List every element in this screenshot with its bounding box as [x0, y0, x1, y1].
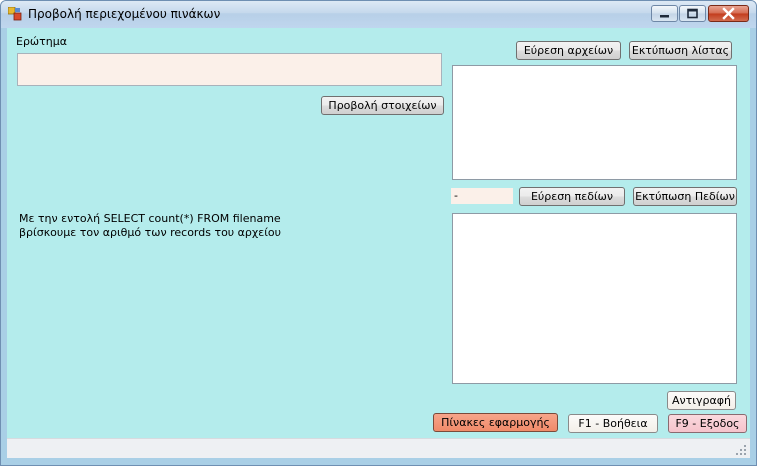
fields-filter-input[interactable]: - — [451, 188, 513, 204]
close-icon — [722, 7, 735, 20]
hint-line-1: Με την εντολή SELECT count(*) FROM filen… — [19, 212, 281, 225]
title-bar[interactable]: Προβολή περιεχομένου πινάκων — [1, 1, 756, 28]
minimize-button[interactable] — [651, 5, 678, 22]
files-listbox[interactable] — [452, 65, 737, 180]
main-window: Προβολή περιεχομένου πινάκων Ερώτημα Προ… — [0, 0, 757, 466]
maximize-icon — [687, 8, 698, 19]
query-input[interactable] — [17, 53, 442, 86]
app-tables-button[interactable]: Πίνακες εφαρμογής — [433, 413, 558, 432]
query-label: Ερώτημα — [16, 35, 67, 48]
minimize-icon — [660, 15, 669, 18]
find-fields-button[interactable]: Εύρεση πεδίων — [519, 187, 625, 206]
print-fields-button[interactable]: Εκτύπωση Πεδίων — [633, 187, 737, 206]
hint-line-2: βρίσκουμε τον αριθμό των records του αρχ… — [19, 226, 282, 239]
client-area: Ερώτημα Προβολή στοιχείων Εύρεση αρχείων… — [7, 28, 750, 458]
app-window-icon — [8, 7, 22, 21]
help-button[interactable]: F1 - Βοήθεια — [568, 414, 658, 433]
exit-button[interactable]: F9 - Εξοδος — [668, 414, 747, 433]
copy-button[interactable]: Αντιγραφή — [667, 391, 736, 410]
window-title: Προβολή περιεχομένου πινάκων — [28, 7, 221, 21]
size-grip-icon[interactable] — [735, 444, 747, 456]
fields-listbox[interactable] — [452, 213, 737, 384]
find-files-button[interactable]: Εύρεση αρχείων — [516, 41, 621, 60]
maximize-button[interactable] — [679, 5, 706, 22]
show-data-button[interactable]: Προβολή στοιχείων — [321, 96, 444, 115]
status-bar — [7, 438, 750, 458]
close-button[interactable] — [708, 5, 749, 22]
print-list-button[interactable]: Εκτύπωση λίστας — [629, 41, 732, 60]
